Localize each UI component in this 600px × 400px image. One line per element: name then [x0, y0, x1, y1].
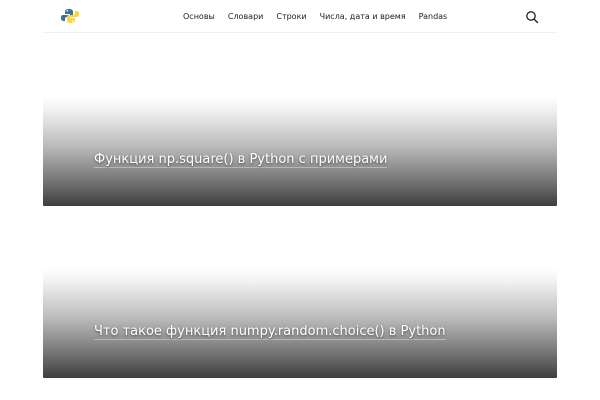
article-title[interactable]: Что такое функция numpy.random.choice() …: [94, 324, 547, 340]
article-title[interactable]: Функция np.square() в Python с примерами: [94, 152, 547, 168]
site-header: Основы Словари Строки Числа, дата и врем…: [43, 0, 557, 33]
article-card[interactable]: Функция np.square() в Python с примерами: [43, 96, 557, 206]
article-title-text[interactable]: Что такое функция numpy.random.choice() …: [94, 324, 446, 340]
nav-item-osnovy[interactable]: Основы: [183, 12, 215, 21]
article-card[interactable]: Что такое функция numpy.random.choice() …: [43, 268, 557, 378]
main-nav: Основы Словари Строки Числа, дата и врем…: [183, 0, 460, 33]
nav-item-pandas[interactable]: Pandas: [419, 12, 448, 21]
nav-item-chisla-data-vremya[interactable]: Числа, дата и время: [320, 12, 406, 21]
search-icon[interactable]: [525, 9, 539, 24]
nav-item-stroki[interactable]: Строки: [276, 12, 306, 21]
article-title-text[interactable]: Функция np.square() в Python с примерами: [94, 152, 388, 168]
python-logo-icon[interactable]: [60, 8, 80, 24]
nav-item-slovari[interactable]: Словари: [228, 12, 264, 21]
